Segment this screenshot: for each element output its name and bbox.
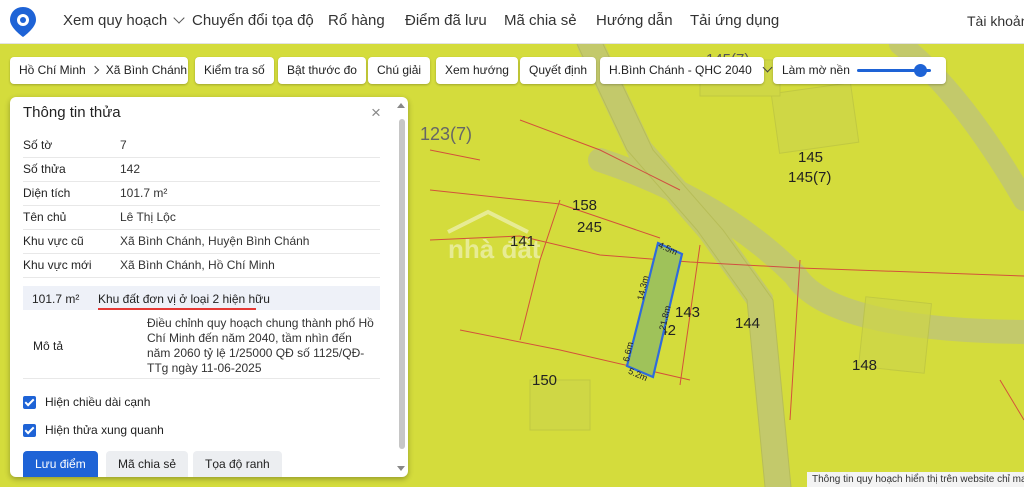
- top-nav: Xem quy hoạch Chuyển đổi tọa độ Rổ hàng …: [0, 0, 1024, 44]
- map-label: 123(7): [420, 124, 472, 144]
- blur-label: Làm mờ nền: [782, 63, 850, 77]
- info-label: Tên chủ: [23, 210, 67, 224]
- blur-slider-thumb[interactable]: [913, 64, 927, 77]
- info-value: Xã Bình Chánh, Hồ Chí Minh: [120, 258, 275, 272]
- ruler-button[interactable]: Bật thước đo: [278, 57, 366, 84]
- map-label: 145(7): [788, 169, 831, 186]
- nav-account[interactable]: Tài khoản: [967, 0, 1024, 44]
- plan-select[interactable]: H.Bình Chánh - QHC 2040: [600, 57, 773, 84]
- zone-area: 101.7 m²: [32, 292, 80, 306]
- description-row: Mô tả Điều chỉnh quy hoạch chung thành p…: [23, 312, 380, 379]
- checkbox-checked-icon[interactable]: [23, 424, 36, 437]
- info-value: 101.7 m²: [120, 186, 168, 200]
- map-label: 148: [852, 357, 877, 374]
- breadcrumb: Hồ Chí Minh Xã Bình Chánh: [10, 57, 188, 84]
- panel-title: Thông tin thửa: [23, 104, 121, 121]
- boundary-coords-button[interactable]: Tọa độ ranh: [193, 451, 282, 477]
- info-row: Tên chủ Lê Thị Lộc: [23, 205, 380, 230]
- chevron-down-icon: [173, 12, 185, 24]
- info-row: Số thửa 142: [23, 157, 380, 182]
- map-label: 144: [735, 315, 760, 332]
- disclaimer-note: Thông tin quy hoạch hiển thị trên websit…: [807, 472, 1024, 487]
- info-row: Diện tích 101.7 m²: [23, 181, 380, 206]
- nav-view-planning[interactable]: Xem quy hoạch: [63, 0, 185, 44]
- legend-button[interactable]: Chú giải: [368, 57, 431, 84]
- nav-guide[interactable]: Hướng dẫn: [596, 0, 673, 44]
- info-value: Xã Bình Chánh, Huyện Bình Chánh: [120, 234, 310, 248]
- info-row: Khu vực cũ Xã Bình Chánh, Huyện Bình Chá…: [23, 229, 380, 254]
- description-label: Mô tả: [33, 339, 64, 353]
- nav-product-basket[interactable]: Rổ hàng: [328, 0, 385, 44]
- map-label: 150: [532, 372, 557, 389]
- info-value: 142: [120, 162, 141, 176]
- map-pin-logo-icon[interactable]: [8, 6, 38, 38]
- info-label: Khu vực mới: [23, 258, 92, 272]
- share-code-button[interactable]: Mã chia sẻ: [106, 451, 189, 477]
- nav-download-app[interactable]: Tải ứng dụng: [690, 0, 779, 44]
- info-label: Diện tích: [23, 186, 71, 200]
- checkbox-checked-icon[interactable]: [23, 396, 36, 409]
- check-number-button[interactable]: Kiểm tra số: [195, 57, 274, 84]
- nav-saved-points[interactable]: Điểm đã lưu: [405, 0, 487, 44]
- info-row: Số tờ 7: [23, 133, 380, 158]
- nav-convert-coords[interactable]: Chuyển đổi tọa độ: [192, 0, 314, 44]
- scroll-up-icon[interactable]: [397, 103, 405, 108]
- info-label: Khu vực cũ: [23, 234, 84, 248]
- nav-share-code[interactable]: Mã chia sẻ: [504, 0, 577, 44]
- info-value: Lê Thị Lộc: [120, 210, 176, 224]
- zone-name: Khu đất đơn vị ở loại 2 hiện hữu: [98, 292, 270, 306]
- chevron-down-icon: [762, 62, 773, 73]
- map-label: 245: [577, 219, 602, 236]
- map-label: 158: [572, 197, 597, 214]
- decision-button[interactable]: Quyết định: [520, 57, 597, 84]
- description-text: Điều chỉnh quy hoạch chung thành phố Hồ …: [147, 316, 374, 375]
- map-label: 143: [675, 304, 700, 321]
- close-icon[interactable]: ×: [371, 104, 381, 121]
- chevron-right-icon: [90, 65, 99, 75]
- parcel-info-panel: Thông tin thửa × Số tờ 7 Số thửa 142 Diệ…: [10, 97, 408, 477]
- map-label: 141: [510, 233, 535, 250]
- direction-button[interactable]: Xem hướng: [436, 57, 518, 84]
- breadcrumb-province[interactable]: Hồ Chí Minh: [19, 63, 86, 77]
- breadcrumb-commune[interactable]: Xã Bình Chánh: [106, 63, 187, 77]
- map-label: 145: [798, 149, 823, 166]
- zone-underline: [98, 308, 256, 310]
- save-point-button[interactable]: Lưu điểm: [23, 451, 98, 477]
- panel-scrollbar[interactable]: [399, 119, 405, 449]
- zone-row: 101.7 m² Khu đất đơn vị ở loại 2 hiện hữ…: [23, 286, 380, 310]
- info-label: Số tờ: [23, 138, 53, 152]
- info-row: Khu vực mới Xã Bình Chánh, Hồ Chí Minh: [23, 253, 380, 278]
- info-value: 7: [120, 138, 127, 152]
- info-label: Số thửa: [23, 162, 66, 176]
- scroll-down-icon[interactable]: [397, 466, 405, 471]
